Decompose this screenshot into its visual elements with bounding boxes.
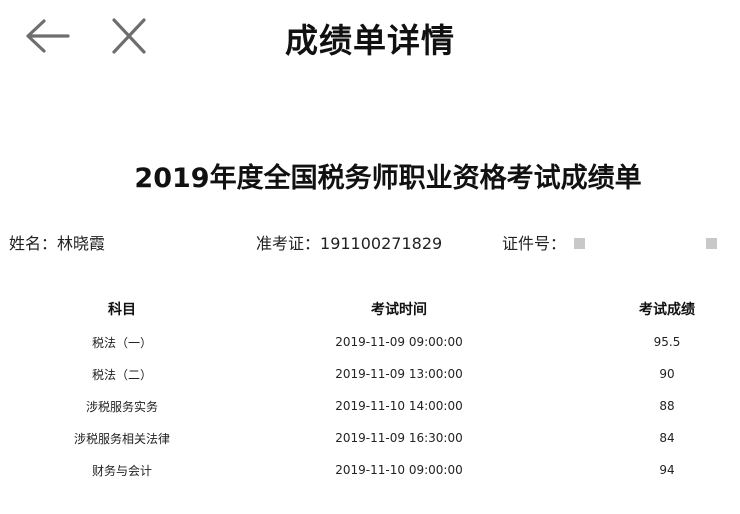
table-row: 涉税服务相关法律 2019-11-09 16:30:00 84	[40, 422, 740, 454]
time-cell: 2019-11-10 09:00:00	[335, 463, 463, 477]
score-cell: 95.5	[653, 335, 681, 349]
score-cell: 94	[659, 463, 675, 477]
subject-cell: 税法（一）	[91, 335, 152, 350]
subject-cell: 涉税服务实务	[85, 399, 158, 414]
subject-cell: 涉税服务相关法律	[73, 431, 170, 446]
subject-cell: 财务与会计	[91, 463, 152, 478]
top-bar: 成绩单详情	[0, 0, 740, 74]
id-number-label: 证件号：	[502, 234, 567, 253]
column-header-time: 考试时间	[371, 302, 427, 318]
table-row: 财务与会计 2019-11-10 09:00:00 94	[40, 454, 740, 486]
exam-number-value: 191100271829	[320, 234, 443, 253]
column-header-subject: 科目	[108, 302, 136, 318]
redaction-mark	[706, 238, 717, 249]
time-cell: 2019-11-09 16:30:00	[335, 431, 463, 445]
page-title: 成绩单详情	[285, 21, 455, 60]
candidate-name: 姓名：林晓霞	[9, 230, 105, 254]
table-row: 税法（一） 2019-11-09 09:00:00 95.5	[40, 326, 740, 358]
time-cell: 2019-11-09 09:00:00	[335, 335, 463, 349]
candidate-info: 姓名：林晓霞 准考证：191100271829 证件号：	[0, 230, 740, 254]
table-row: 税法（二） 2019-11-09 13:00:00 90	[40, 358, 740, 390]
id-number: 证件号：	[502, 230, 566, 254]
time-cell: 2019-11-09 13:00:00	[335, 367, 463, 381]
name-value: 林晓霞	[57, 234, 106, 253]
subject-cell: 税法（二）	[91, 367, 152, 382]
document-title: 2019年度全国税务师职业资格考试成绩单	[134, 163, 642, 194]
time-cell: 2019-11-10 14:00:00	[335, 399, 463, 413]
exam-number-label: 准考证：	[256, 234, 321, 253]
score-cell: 84	[659, 431, 675, 445]
score-table: 科目 考试时间 考试成绩 税法（一） 2019-11-09 09:00:00 9…	[40, 292, 740, 486]
column-header-score: 考试成绩	[639, 302, 695, 318]
score-cell: 90	[659, 367, 675, 381]
exam-number: 准考证：191100271829	[256, 230, 442, 254]
table-header-row: 科目 考试时间 考试成绩	[40, 292, 740, 326]
score-cell: 88	[659, 399, 675, 413]
name-label: 姓名：	[9, 234, 58, 253]
table-row: 涉税服务实务 2019-11-10 14:00:00 88	[40, 390, 740, 422]
redaction-mark	[574, 238, 585, 249]
